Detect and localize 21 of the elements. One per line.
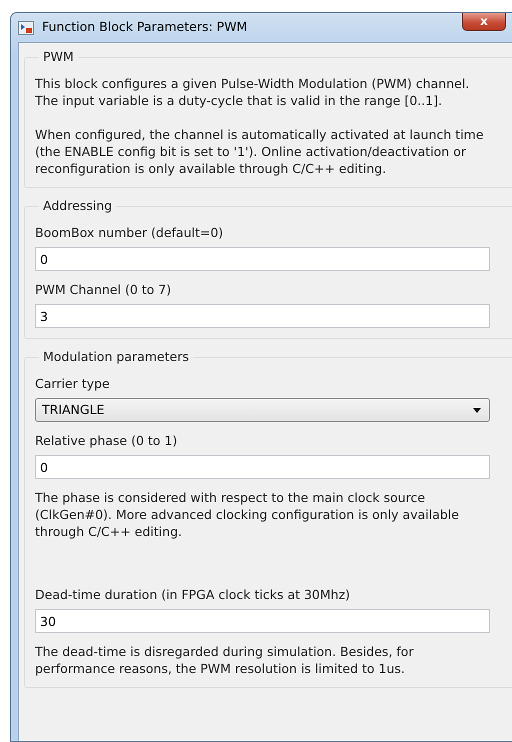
window-title: Function Block Parameters: PWM — [42, 18, 248, 36]
field-label: PWM Channel (0 to 7) — [35, 281, 172, 298]
input-field[interactable]: 3 — [35, 304, 490, 328]
description-text: This block configures a given Pulse-Width Modulation (PWM) channel. The input variable is a duty-cycle that is valid in the range [0..1]. — [35, 75, 470, 109]
dropdown-arrow-icon — [473, 408, 481, 412]
field-label: Carrier type — [35, 375, 111, 392]
group-title: Modulation parameters — [42, 349, 190, 365]
input-field[interactable]: 0 — [35, 455, 490, 479]
description-text: The phase is considered with respect to the main clock source (ClkGen#0). More advanced clocking configuration is only available through C/C++ editing. — [35, 489, 460, 540]
field-label: BoomBox number (default=0) — [35, 224, 224, 241]
field-label: Relative phase (0 to 1) — [35, 432, 178, 449]
block-icon — [18, 20, 34, 34]
dropdown[interactable]: TRIANGLE — [35, 398, 490, 422]
description-text: The dead-time is disregarded during simulation. Besides, for performance reasons, the PWM resolution is limited to 1us. — [35, 643, 415, 677]
group-title: PWM — [42, 49, 75, 65]
field-label: Dead-time duration (in FPGA clock ticks at 30Mhz) — [35, 586, 352, 603]
group-title: Addressing — [42, 198, 114, 214]
close-button[interactable]: x — [462, 13, 506, 31]
input-field[interactable]: 0 — [35, 247, 490, 271]
description-text: When configured, the channel is automatically activated at launch time (the ENABLE config bit is set to '1'). Online activation/deactivation or reconfiguration is only available through C/C++ editing. — [35, 126, 485, 177]
input-field[interactable]: 30 — [35, 609, 490, 633]
